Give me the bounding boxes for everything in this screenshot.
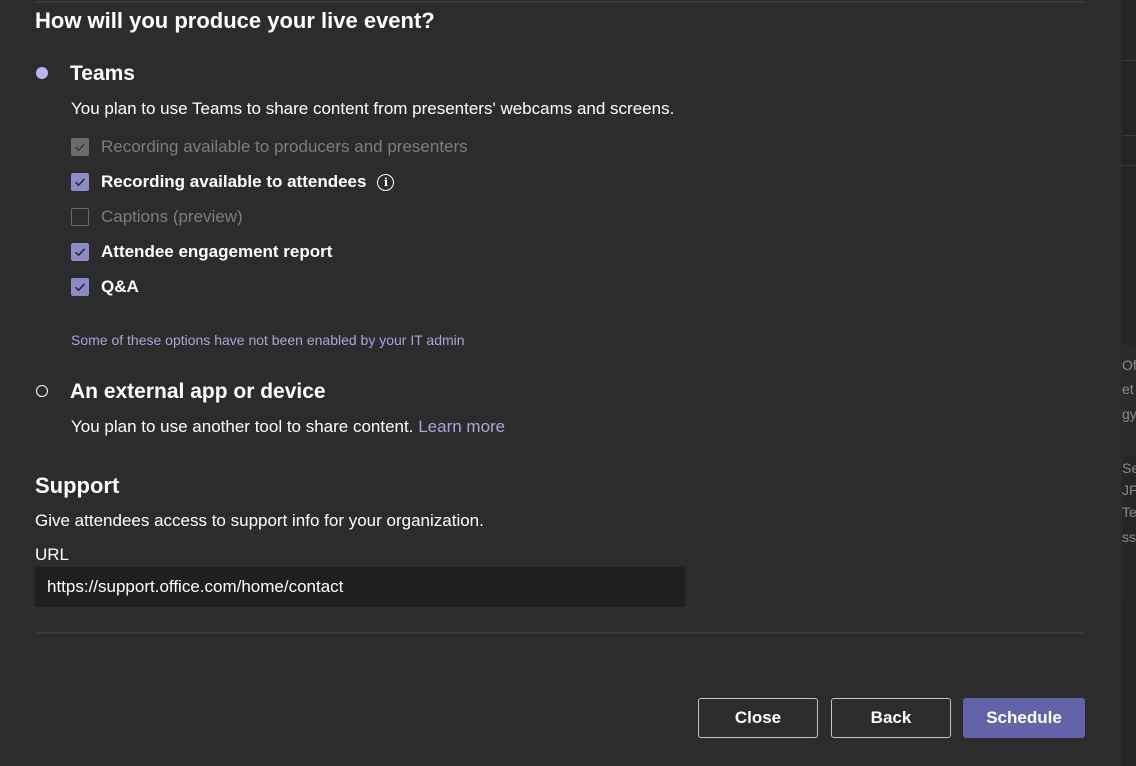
schedule-button[interactable]: Schedule [963, 698, 1085, 738]
section-title-produce: How will you produce your live event? [35, 8, 435, 33]
bottom-divider [35, 632, 1085, 634]
info-icon[interactable]: i [377, 173, 395, 191]
checkmark-icon [74, 248, 86, 257]
url-input[interactable] [35, 567, 685, 607]
checkbox-recording-producers[interactable] [71, 138, 89, 156]
option-description-teams: You plan to use Teams to share content f… [71, 99, 675, 118]
background-text: gy [1122, 406, 1136, 422]
option-title-teams[interactable]: Teams [70, 62, 135, 86]
close-button[interactable]: Close [698, 698, 818, 738]
checkmark-icon [74, 178, 86, 187]
checkbox-label: Recording available to attendees [101, 172, 367, 191]
background-text: Off [1122, 357, 1136, 373]
external-description-text: You plan to use another tool to share co… [71, 417, 414, 436]
checkmark-icon [74, 283, 86, 292]
checkbox-label: Attendee engagement report [101, 242, 333, 261]
live-event-dialog: How will you produce your live event? Te… [0, 0, 1122, 766]
checkbox-row-qa[interactable]: Q&A [71, 277, 139, 297]
checkbox-label: Captions (preview) [101, 207, 243, 226]
checkbox-row-engagement-report[interactable]: Attendee engagement report [71, 242, 332, 262]
radio-teams[interactable] [36, 67, 48, 79]
option-description-external: You plan to use another tool to share co… [71, 417, 505, 437]
radio-external-app[interactable] [36, 385, 48, 397]
checkbox-row-captions[interactable]: Captions (preview) [71, 207, 243, 227]
checkbox-captions[interactable] [71, 208, 89, 226]
checkbox-qa[interactable] [71, 278, 89, 296]
top-divider [35, 1, 1085, 3]
background-text: et [1122, 381, 1134, 397]
background-text: Se [1122, 460, 1136, 476]
background-text: JP [1122, 482, 1136, 498]
checkbox-row-recording-attendees[interactable]: Recording available to attendees i [71, 172, 395, 192]
support-description: Give attendees access to support info fo… [35, 511, 484, 530]
url-label: URL [35, 545, 70, 564]
checkbox-label: Recording available to producers and pre… [101, 137, 468, 156]
checkmark-icon [74, 143, 86, 152]
checkbox-engagement-report[interactable] [71, 243, 89, 261]
checkbox-row-recording-producers[interactable]: Recording available to producers and pre… [71, 137, 468, 157]
learn-more-link[interactable]: Learn more [418, 417, 505, 436]
checkbox-label: Q&A [101, 277, 139, 296]
background-text: Te [1122, 504, 1136, 520]
back-button[interactable]: Back [831, 698, 951, 738]
background-app-strip: Off et gy Se JP Te ss [1122, 0, 1136, 766]
option-title-external[interactable]: An external app or device [70, 380, 326, 404]
section-title-support: Support [35, 473, 120, 498]
background-text: ss [1122, 529, 1136, 545]
checkbox-recording-attendees[interactable] [71, 173, 89, 191]
admin-note: Some of these options have not been enab… [71, 332, 465, 348]
